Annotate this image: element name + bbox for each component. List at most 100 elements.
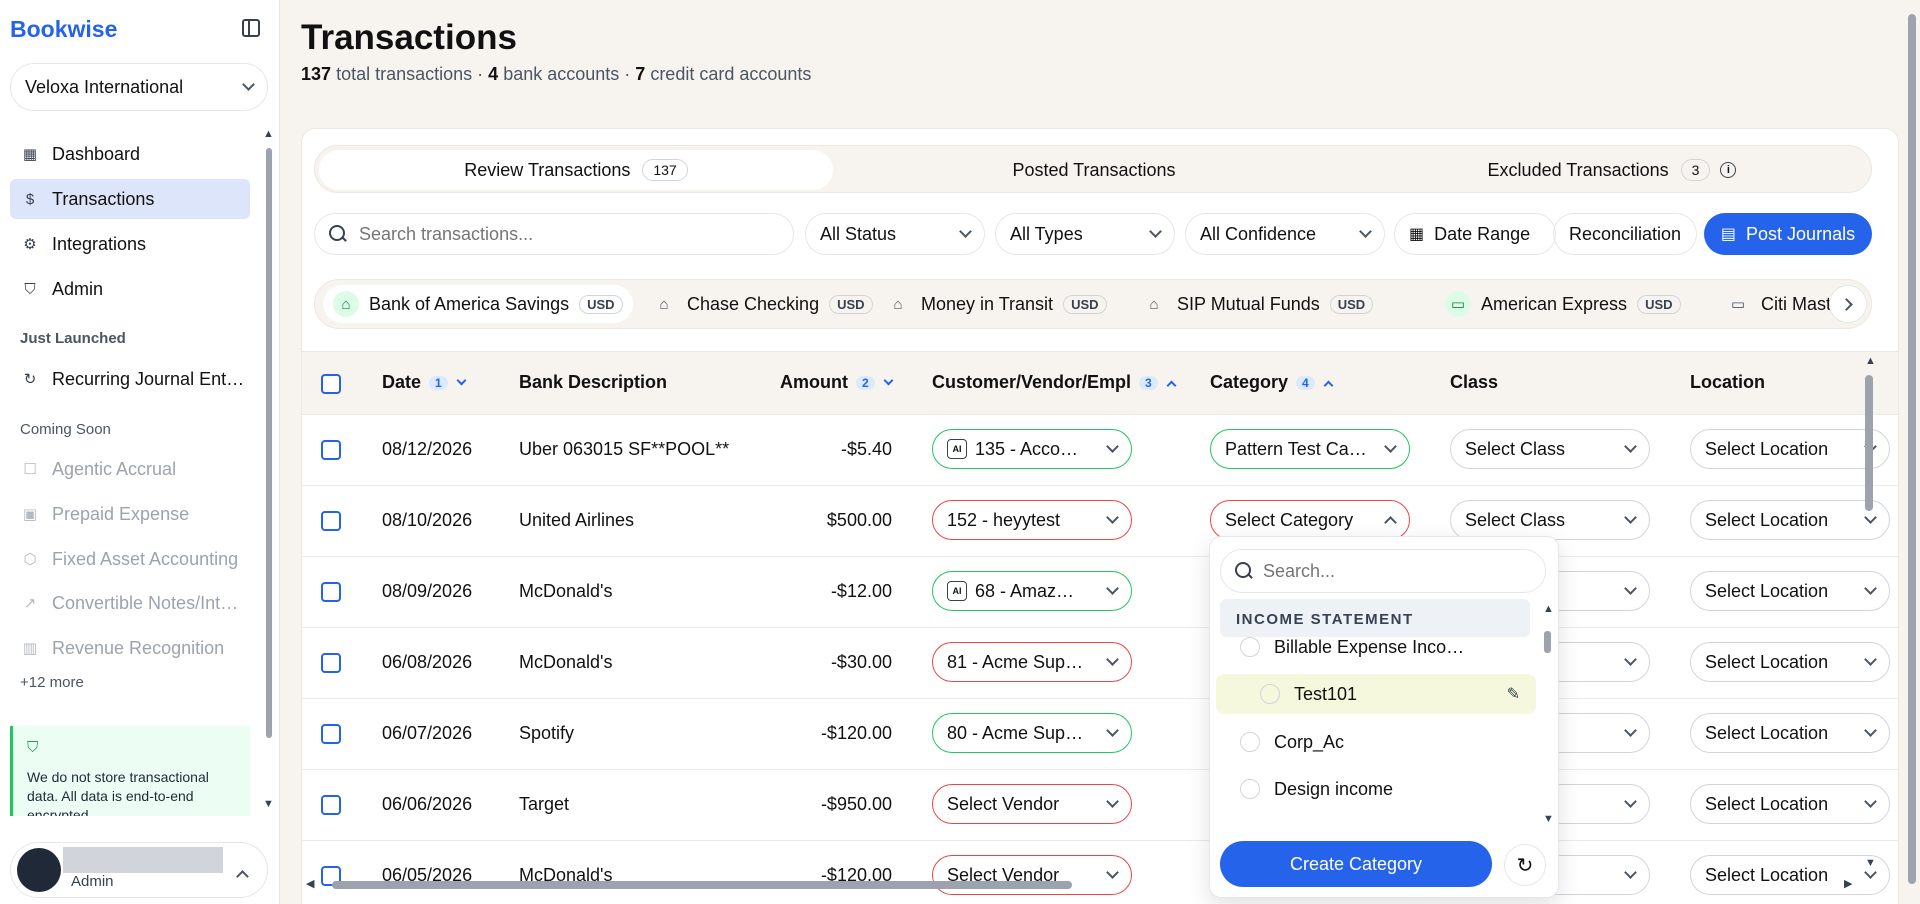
column-amount[interactable]: Amount 2	[780, 372, 894, 393]
scroll-right-icon[interactable]: ▶	[1844, 877, 1852, 890]
vendor-select[interactable]: AI 135 - Acco…	[932, 429, 1132, 469]
scroll-up-icon[interactable]: ▲	[263, 128, 274, 140]
location-select[interactable]: Select Location	[1690, 713, 1890, 753]
dropdown-scrollbar[interactable]	[1544, 631, 1551, 653]
bank-count: 4	[488, 64, 499, 84]
location-select[interactable]: Select Location	[1690, 855, 1890, 895]
vendor-select[interactable]: Select Vendor	[932, 784, 1132, 824]
tab-review-transactions[interactable]: Review Transactions 137	[319, 150, 833, 190]
scroll-down-icon[interactable]: ▼	[1543, 813, 1554, 825]
table-row[interactable]: 08/10/2026 United Airlines $500.00 152 -…	[302, 486, 1898, 557]
sidebar-item-transactions[interactable]: $ Transactions	[10, 179, 250, 219]
tab-posted-transactions[interactable]: Posted Transactions	[837, 150, 1351, 190]
edit-pencil-icon[interactable]: ✎	[1507, 684, 1520, 704]
location-select[interactable]: Select Location	[1690, 500, 1890, 540]
date-range-button[interactable]: ▦ Date Range	[1394, 213, 1556, 255]
user-menu[interactable]: Admin	[10, 842, 268, 898]
scroll-up-icon[interactable]: ▲	[1865, 355, 1876, 367]
bank-tab[interactable]: ▭ American Express USD	[1435, 285, 1691, 323]
column-vendor[interactable]: Customer/Vendor/Empl 3	[932, 372, 1177, 393]
post-journals-button[interactable]: ▤ Post Journals	[1704, 213, 1872, 255]
table-row[interactable]: 06/08/2026 McDonald's -$30.00 81 - Acme …	[302, 628, 1898, 699]
class-select[interactable]: Select Class	[1450, 500, 1650, 540]
vendor-select[interactable]: 80 - Acme Sup…	[932, 713, 1132, 753]
sidebar-item-integrations[interactable]: ⚙ Integrations	[10, 224, 250, 264]
bank-tab[interactable]: ⌂ SIP Mutual Funds USD	[1131, 285, 1383, 323]
location-select[interactable]: Select Location	[1690, 571, 1890, 611]
cell-description: Uber 063015 SF**POOL**	[519, 439, 730, 459]
reconciliation-button[interactable]: Reconciliation	[1553, 213, 1697, 255]
sidebar-scrollbar[interactable]	[266, 148, 272, 738]
row-checkbox[interactable]	[321, 653, 341, 673]
create-category-button[interactable]: Create Category	[1220, 841, 1492, 887]
bank-tab[interactable]: ⌂ Money in Transit USD	[875, 285, 1117, 323]
category-option[interactable]: Design income	[1240, 769, 1540, 809]
table-row[interactable]: 06/05/2026 McDonald's -$120.00 Select Ve…	[302, 841, 1898, 904]
category-select[interactable]: Select Category	[1210, 500, 1410, 540]
sidebar-item-dashboard[interactable]: ▦ Dashboard	[10, 134, 250, 174]
chevron-down-icon	[1624, 724, 1637, 737]
table-vertical-scrollbar[interactable]	[1865, 375, 1873, 511]
sidebar-item-recurring-journal[interactable]: ↻ Recurring Journal Ent…	[10, 359, 250, 399]
column-category[interactable]: Category 4	[1210, 372, 1334, 393]
scroll-down-icon[interactable]: ▼	[1865, 857, 1876, 869]
location-select[interactable]: Select Location	[1690, 429, 1890, 469]
table-row[interactable]: 06/07/2026 Spotify -$120.00 80 - Acme Su…	[302, 699, 1898, 770]
category-option[interactable]: Test101 ✎	[1216, 674, 1536, 714]
banks-next-button[interactable]	[1829, 285, 1867, 323]
table-row[interactable]: 08/09/2026 McDonald's -$12.00 AI 68 - Am…	[302, 557, 1898, 628]
location-value: Select Location	[1705, 722, 1829, 743]
scroll-up-icon[interactable]: ▲	[1543, 603, 1554, 615]
vendor-select[interactable]: AI 68 - Amaz…	[932, 571, 1132, 611]
row-checkbox[interactable]	[321, 582, 341, 602]
chevron-down-icon	[1384, 440, 1397, 453]
category-select[interactable]: Pattern Test Ca…	[1210, 429, 1410, 469]
column-label: Class	[1450, 372, 1499, 392]
status-filter[interactable]: All Status	[805, 213, 985, 255]
search-input[interactable]	[359, 223, 759, 245]
column-location[interactable]: Location	[1690, 372, 1765, 393]
select-all-checkbox[interactable]	[321, 374, 341, 394]
vendor-select[interactable]: 81 - Acme Sup…	[932, 642, 1132, 682]
category-search-input[interactable]	[1263, 560, 1523, 582]
column-class[interactable]: Class	[1450, 372, 1498, 393]
column-bank-description[interactable]: Bank Description	[519, 372, 667, 393]
category-option[interactable]: Corp_Ac	[1240, 722, 1540, 762]
total-count: 137	[301, 64, 332, 84]
type-filter[interactable]: All Types	[995, 213, 1175, 255]
bank-icon: ⌂	[333, 291, 359, 317]
confidence-filter[interactable]: All Confidence	[1185, 213, 1385, 255]
sidebar-toggle-icon[interactable]	[242, 19, 260, 37]
bank-tab[interactable]: ⌂ Chase Checking USD	[641, 285, 883, 323]
refresh-icon[interactable]: ↻	[1504, 844, 1546, 886]
row-checkbox[interactable]	[321, 440, 341, 460]
row-checkbox[interactable]	[321, 724, 341, 744]
column-label: Amount	[780, 372, 848, 392]
search-box	[314, 213, 794, 255]
row-checkbox[interactable]	[321, 511, 341, 531]
class-select[interactable]: Select Class	[1450, 429, 1650, 469]
org-selector[interactable]: Veloxa International	[10, 63, 268, 111]
row-checkbox[interactable]	[321, 795, 341, 815]
tab-label: Excluded Transactions	[1487, 159, 1669, 180]
vendor-select[interactable]: 152 - heyytest	[932, 500, 1132, 540]
table-row[interactable]: 06/06/2026 Target -$950.00 Select Vendor…	[302, 770, 1898, 841]
page-scrollbar[interactable]	[1908, 14, 1916, 884]
table-row[interactable]: 08/12/2026 Uber 063015 SF**POOL** -$5.40…	[302, 415, 1898, 486]
scroll-down-icon[interactable]: ▼	[263, 798, 274, 810]
bank-tab[interactable]: ⌂ Bank of America Savings USD	[323, 285, 633, 323]
tab-excluded-transactions[interactable]: Excluded Transactions 3 i	[1355, 150, 1869, 190]
group-header: INCOME STATEMENT	[1220, 599, 1530, 637]
location-select[interactable]: Select Location	[1690, 642, 1890, 682]
info-icon[interactable]: i	[1720, 162, 1737, 178]
sidebar-item-admin[interactable]: ⛉ Admin	[10, 269, 250, 309]
more-link[interactable]: +12 more	[20, 674, 84, 691]
vendor-select[interactable]: Select Vendor	[932, 855, 1132, 895]
column-date[interactable]: Date 1	[382, 372, 467, 393]
scroll-left-icon[interactable]: ◀	[306, 877, 314, 890]
table-horizontal-scrollbar[interactable]	[332, 881, 1072, 889]
location-select[interactable]: Select Location	[1690, 784, 1890, 824]
cell-date: 08/09/2026	[382, 581, 473, 601]
search-icon	[1235, 562, 1253, 580]
category-option[interactable]: Billable Expense Inco…	[1240, 635, 1540, 659]
